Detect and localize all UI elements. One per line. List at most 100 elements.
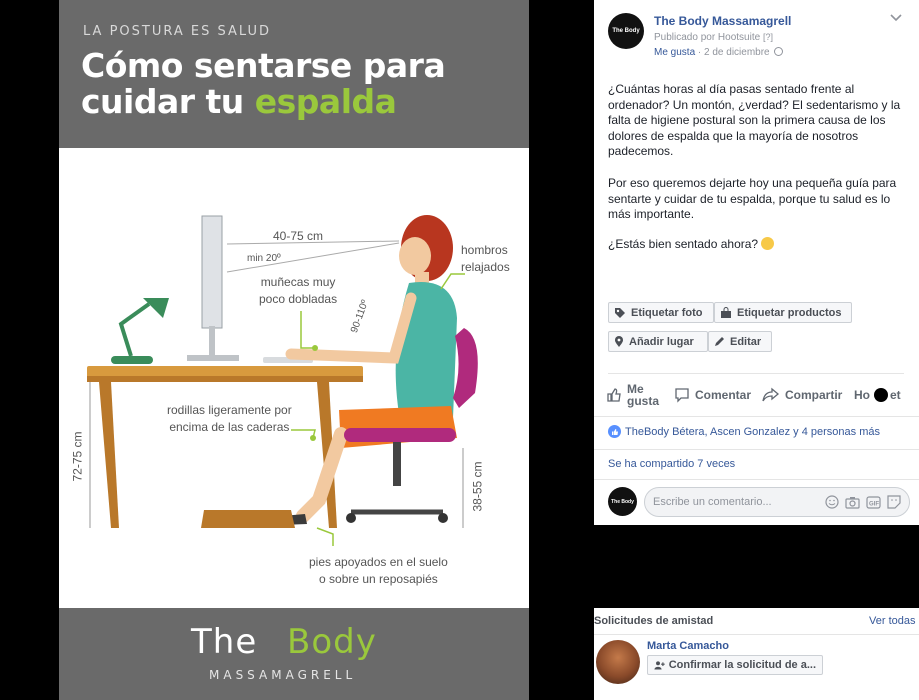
- brand-logo-the: The: [191, 622, 258, 662]
- label-shoulders-line1: hombros: [461, 243, 508, 257]
- label-knees-line1: rodillas ligeramente por: [167, 403, 292, 417]
- like-action-label: Me gusta: [627, 382, 660, 408]
- poster-title-plain: cuidar tu: [81, 82, 255, 121]
- share-arrow-icon: [762, 387, 780, 402]
- friend-requests-panel: Solicitudes de amistad Ver todas Marta C…: [594, 608, 919, 700]
- share-action-label: Compartir: [785, 388, 843, 402]
- divider: [594, 634, 919, 635]
- chair-wheel-left: [346, 513, 356, 523]
- like-reaction-icon: [608, 425, 621, 438]
- share-action-button[interactable]: Compartir: [762, 382, 842, 408]
- divider: [594, 416, 919, 417]
- add-place-button[interactable]: Añadir lugar: [608, 331, 708, 352]
- chevron-down-icon[interactable]: [890, 13, 902, 23]
- ergonomic-drawing: [87, 215, 478, 546]
- commenter-avatar-text: The Body: [611, 498, 634, 505]
- tag-products-label: Etiquetar productos: [737, 306, 842, 319]
- wrist-dot: [312, 345, 318, 351]
- label-knees-line2: encima de las caderas: [169, 420, 290, 434]
- hootlet-action-button[interactable]: Ho et: [854, 382, 901, 408]
- emoji-icon[interactable]: [825, 495, 839, 509]
- comment-input[interactable]: [653, 496, 813, 508]
- add-friend-icon: [654, 660, 665, 670]
- desk-leg-left: [99, 382, 119, 528]
- like-action-button[interactable]: Me gusta: [606, 382, 659, 408]
- wrist-pointer: [300, 311, 315, 349]
- footrest: [201, 510, 295, 528]
- friend-name-link[interactable]: Marta Camacho: [647, 640, 729, 652]
- post-paragraph-3-text: ¿Estás bien sentado ahora?: [608, 237, 759, 251]
- comment-action-button[interactable]: Comentar: [674, 382, 751, 408]
- sticker-icon[interactable]: [887, 495, 901, 509]
- add-place-label: Añadir lugar: [629, 335, 694, 348]
- label-knees: rodillas ligeramente por encima de las c…: [167, 402, 292, 436]
- label-eye-angle: min 20º: [247, 253, 281, 264]
- chair-seat: [344, 428, 456, 442]
- pencil-icon: [715, 337, 724, 346]
- location-pin-icon: [615, 335, 623, 347]
- comment-bubble-icon: [675, 388, 689, 403]
- brand-logo-town: MASSAMAGRELL: [209, 668, 357, 682]
- lamp-base: [111, 356, 153, 364]
- chair-column: [393, 442, 401, 486]
- label-desk-height: 72-75 cm: [70, 431, 85, 482]
- label-feet: pies apoyados en el suelo o sobre un rep…: [309, 554, 448, 588]
- poster-title-accent: espalda: [254, 82, 397, 121]
- camera-icon[interactable]: [845, 496, 860, 509]
- commenter-avatar: The Body: [608, 487, 637, 516]
- globe-icon: [774, 47, 784, 56]
- poster-title-line1: Cómo sentarse para: [81, 46, 446, 85]
- label-shoulders: hombros relajados: [461, 242, 510, 276]
- knee-dot: [310, 435, 316, 441]
- poster-kicker: LA POSTURA ES SALUD: [83, 24, 271, 39]
- reactions-text[interactable]: TheBody Bétera, Ascen Gonzalez y 4 perso…: [625, 426, 880, 438]
- hootlet-label-start: Ho: [854, 388, 870, 402]
- comment-composer[interactable]: GIF: [644, 487, 910, 517]
- comment-action-label: Comentar: [695, 388, 752, 402]
- post-date[interactable]: 2 de diciembre: [704, 47, 770, 58]
- shares-count-link[interactable]: Se ha compartido 7 veces: [608, 458, 735, 470]
- label-shoulders-line2: relajados: [461, 260, 510, 274]
- page-avatar[interactable]: The Body: [608, 13, 644, 49]
- lamp-arm: [118, 302, 151, 357]
- reactions-summary[interactable]: TheBody Bétera, Ascen Gonzalez y 4 perso…: [608, 425, 880, 438]
- divider: [594, 449, 919, 450]
- post-sidebar: The Body The Body Massamagrell Publicado…: [594, 0, 919, 700]
- poster-title-line2: cuidar tu espalda: [81, 84, 445, 120]
- label-feet-line2: o sobre un reposapiés: [319, 572, 438, 586]
- label-feet-line1: pies apoyados en el suelo: [309, 555, 448, 569]
- desk-edge: [87, 376, 363, 382]
- post-paragraph-3: ¿Estás bien sentado ahora?: [608, 237, 908, 253]
- published-by: Publicado por Hootsuite [?]: [654, 32, 773, 43]
- brand-logo-body: Body: [287, 622, 377, 662]
- published-by-text: Publicado por Hootsuite: [654, 32, 761, 43]
- panel-gap: [594, 525, 919, 608]
- label-wrists-line1: muñecas muy: [260, 275, 336, 289]
- friend-avatar[interactable]: [596, 640, 640, 684]
- see-all-link[interactable]: Ver todas: [869, 615, 915, 627]
- page-like-link[interactable]: Me gusta: [654, 47, 695, 58]
- shoulder-pointer: [440, 273, 465, 290]
- hootsuite-owl-icon: [874, 388, 888, 402]
- label-wrists: muñecas muy poco dobladas: [259, 274, 337, 308]
- svg-text:GIF: GIF: [869, 501, 879, 507]
- help-mark[interactable]: [?]: [763, 32, 773, 42]
- divider: [608, 373, 904, 374]
- divider: [594, 479, 919, 480]
- friend-requests-title: Solicitudes de amistad: [594, 615, 714, 627]
- tag-products-button[interactable]: Etiquetar productos: [714, 302, 852, 323]
- edit-label: Editar: [730, 335, 762, 348]
- tag-photo-button[interactable]: Etiquetar foto: [608, 302, 714, 323]
- edit-button[interactable]: Editar: [708, 331, 772, 352]
- page-name-link[interactable]: The Body Massamagrell: [654, 14, 791, 28]
- gif-icon[interactable]: GIF: [866, 495, 881, 509]
- posture-infographic: LA POSTURA ES SALUD Cómo sentarse para c…: [59, 0, 529, 700]
- confirm-request-label: Confirmar la solicitud de a...: [668, 659, 816, 671]
- confirm-request-button[interactable]: Confirmar la solicitud de a...: [647, 655, 823, 675]
- tag-icon: [615, 307, 625, 318]
- hootlet-label-end: et: [890, 388, 901, 402]
- post-meta: Me gusta · 2 de diciembre: [654, 47, 784, 58]
- shopping-bag-icon: [721, 306, 731, 318]
- monitor: [201, 215, 223, 329]
- feet-pointer: [316, 527, 334, 546]
